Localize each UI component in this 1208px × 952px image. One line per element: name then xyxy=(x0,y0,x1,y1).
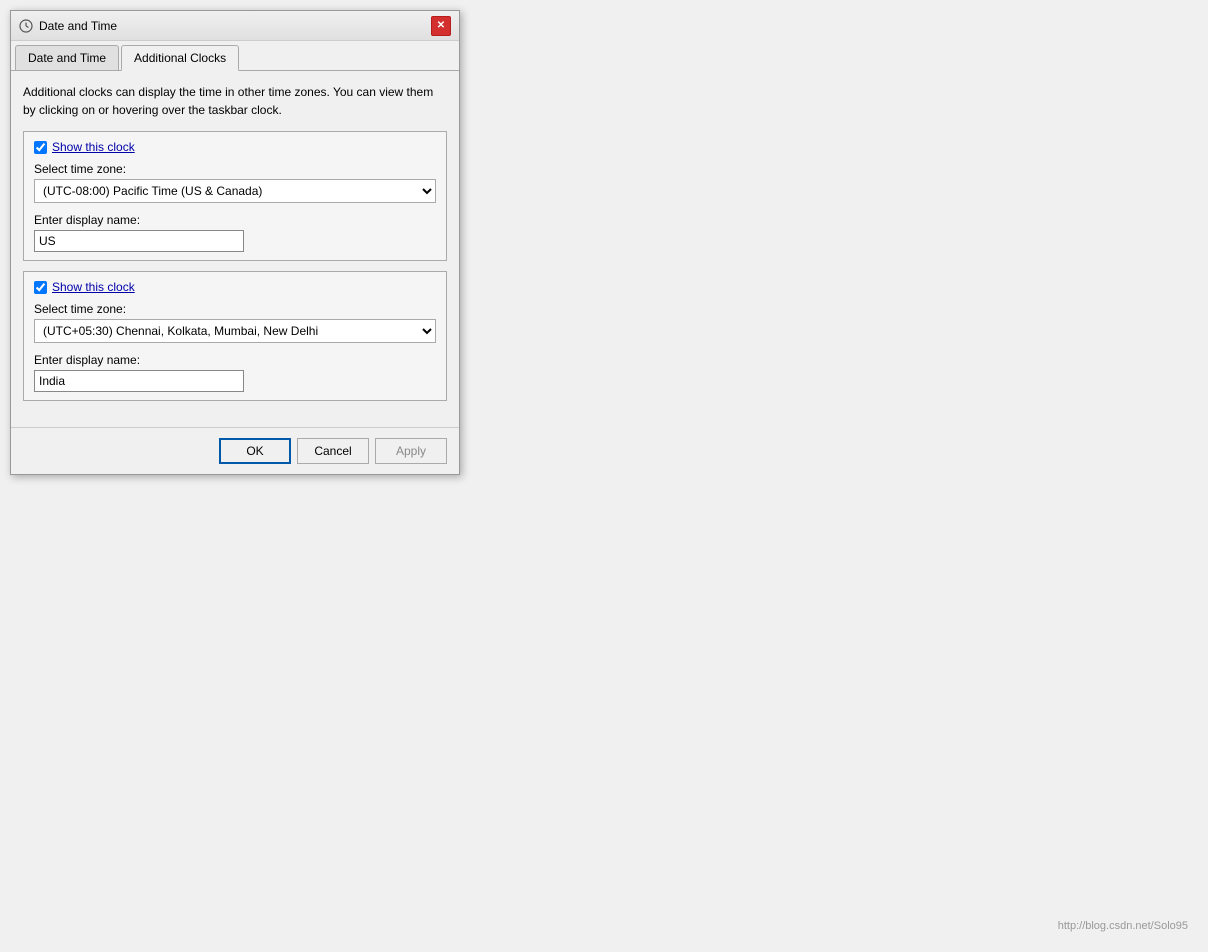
watermark-text: http://blog.csdn.net/Solo95 xyxy=(1058,920,1188,932)
clock1-timezone-label: Select time zone: xyxy=(34,162,436,176)
close-button[interactable]: ✕ xyxy=(431,16,451,36)
clock2-show-checkbox[interactable] xyxy=(34,281,47,294)
window-title: Date and Time xyxy=(39,19,117,33)
tab-bar: Date and Time Additional Clocks xyxy=(11,41,459,71)
clock1-show-label[interactable]: Show this clock xyxy=(52,140,135,154)
description-text: Additional clocks can display the time i… xyxy=(23,83,447,119)
clock2-timezone-select[interactable]: (UTC+05:30) Chennai, Kolkata, Mumbai, Ne… xyxy=(34,319,436,343)
clock-group-2: Show this clock Select time zone: (UTC+0… xyxy=(23,271,447,401)
clock1-timezone-select[interactable]: (UTC-08:00) Pacific Time (US & Canada) xyxy=(34,179,436,203)
title-bar-left: Date and Time xyxy=(19,19,117,33)
clock2-display-name-input[interactable] xyxy=(34,370,244,392)
clock1-display-name-input[interactable] xyxy=(34,230,244,252)
clock1-show-checkbox[interactable] xyxy=(34,141,47,154)
clock2-timezone-label: Select time zone: xyxy=(34,302,436,316)
clock1-display-name-label: Enter display name: xyxy=(34,213,436,227)
clock2-show-row: Show this clock xyxy=(34,280,436,294)
clock2-display-name-label: Enter display name: xyxy=(34,353,436,367)
dialog-content: Additional clocks can display the time i… xyxy=(11,71,459,423)
apply-button[interactable]: Apply xyxy=(375,438,447,464)
clock1-show-row: Show this clock xyxy=(34,140,436,154)
dialog-window: Date and Time ✕ Date and Time Additional… xyxy=(10,10,460,475)
clock2-show-label[interactable]: Show this clock xyxy=(52,280,135,294)
cancel-button[interactable]: Cancel xyxy=(297,438,369,464)
tab-date-time[interactable]: Date and Time xyxy=(15,45,119,70)
title-bar: Date and Time ✕ xyxy=(11,11,459,41)
tab-additional-clocks[interactable]: Additional Clocks xyxy=(121,45,239,71)
dialog-footer: OK Cancel Apply xyxy=(11,427,459,474)
ok-button[interactable]: OK xyxy=(219,438,291,464)
clock-group-1: Show this clock Select time zone: (UTC-0… xyxy=(23,131,447,261)
clock-icon xyxy=(19,19,33,33)
